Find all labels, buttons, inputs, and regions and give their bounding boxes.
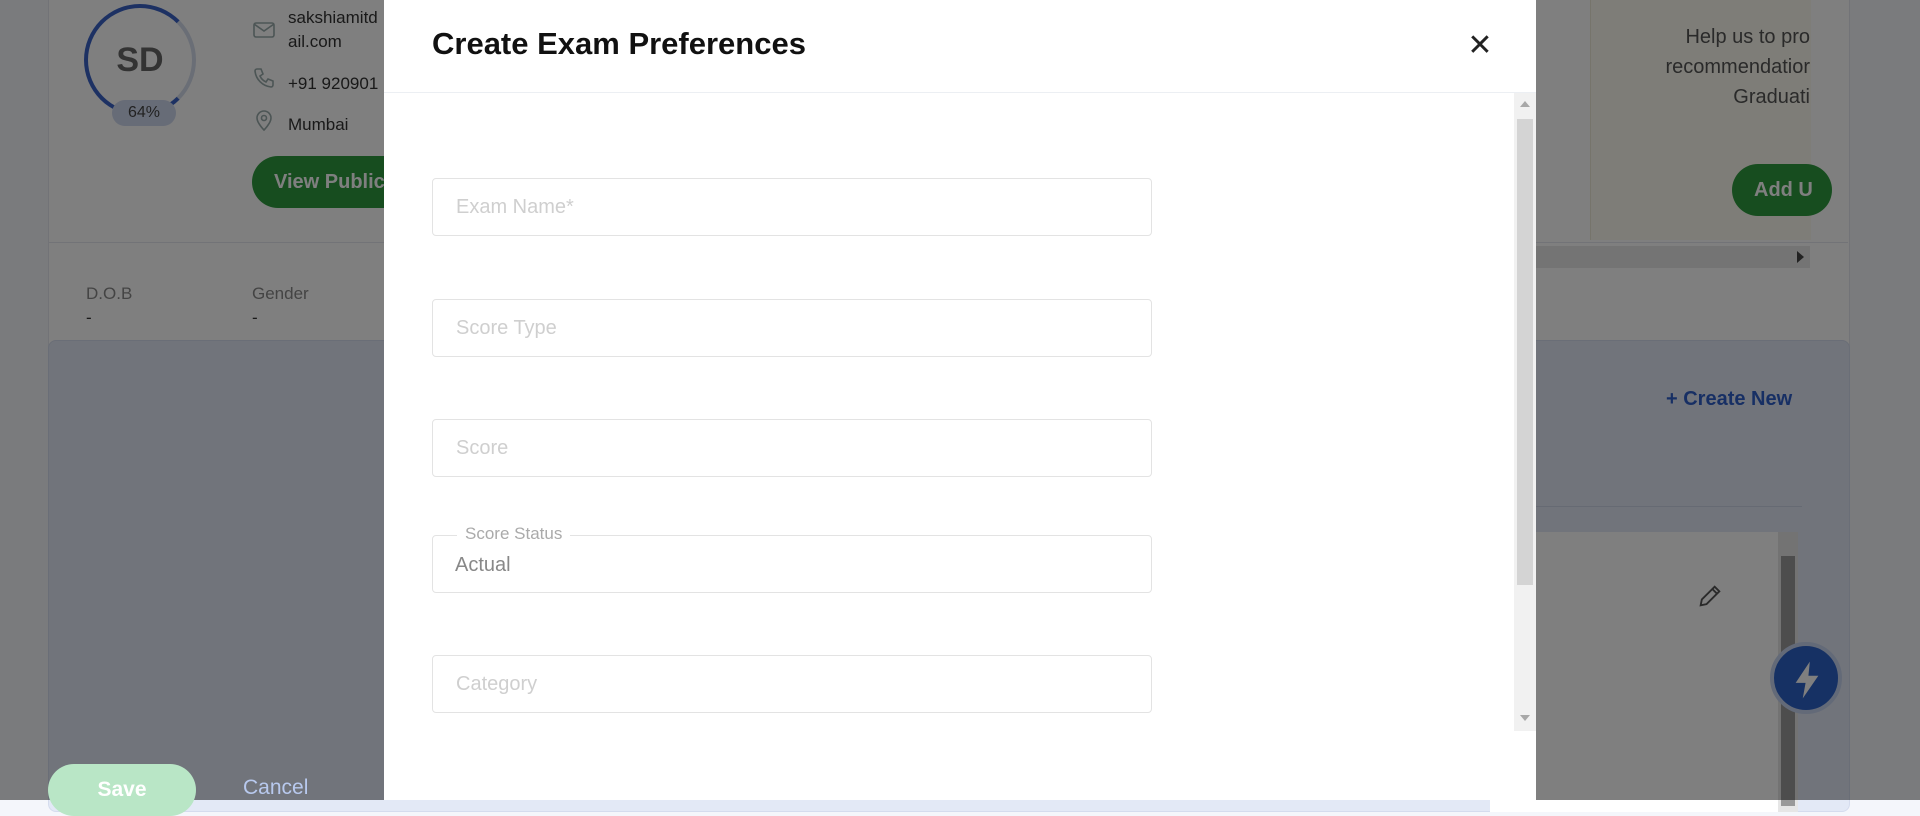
modal-body: Score Status Actual xyxy=(384,93,1514,731)
exam-name-field[interactable] xyxy=(432,178,1152,236)
close-icon[interactable]: ✕ xyxy=(1464,30,1496,62)
exam-name-input[interactable] xyxy=(433,179,1151,235)
scroll-down-icon[interactable] xyxy=(1520,715,1530,721)
modal-header: Create Exam Preferences ✕ xyxy=(384,0,1536,93)
score-status-value: Actual xyxy=(455,554,511,576)
score-input[interactable] xyxy=(433,420,1151,476)
score-type-input[interactable] xyxy=(433,300,1151,356)
cancel-button[interactable]: Cancel xyxy=(243,776,308,800)
modal-title: Create Exam Preferences xyxy=(432,26,806,61)
score-field[interactable] xyxy=(432,419,1152,477)
category-field[interactable] xyxy=(432,655,1152,713)
scroll-up-icon[interactable] xyxy=(1520,101,1530,107)
score-status-select[interactable]: Score Status Actual xyxy=(432,524,1152,593)
save-button[interactable]: Save xyxy=(48,764,196,816)
modal-scrollbar[interactable] xyxy=(1514,93,1536,731)
category-input[interactable] xyxy=(433,656,1151,712)
score-status-label: Score Status xyxy=(457,524,571,544)
create-exam-preferences-modal: Create Exam Preferences ✕ Score Status A… xyxy=(384,0,1536,800)
score-type-field[interactable] xyxy=(432,299,1152,357)
modal-scrollbar-thumb[interactable] xyxy=(1517,119,1533,585)
